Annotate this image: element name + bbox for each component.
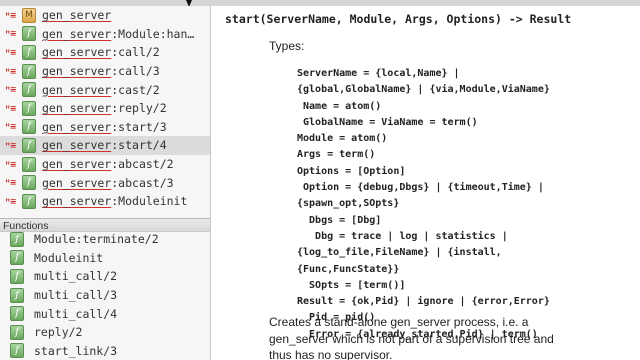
function-icon: f: [10, 250, 24, 266]
description-line: thus has no supervisor.: [269, 348, 393, 360]
source-badge-icon: ᴴ≡: [5, 10, 17, 20]
function-icon: f: [22, 193, 36, 209]
search-result-item[interactable]: ᴴ≡ f gen_server:abcast/3: [0, 173, 210, 192]
search-result-label: gen_server:reply/2: [42, 101, 167, 116]
function-list-item[interactable]: f Moduleinit: [0, 249, 210, 268]
function-list-item[interactable]: f multi_call/2: [0, 267, 210, 286]
search-result-item[interactable]: ᴴ≡ f gen_server:start/4: [0, 136, 210, 155]
source-badge-icon: ᴴ≡: [5, 159, 17, 169]
function-icon: f: [22, 26, 36, 42]
function-list-item[interactable]: f reply/2: [0, 323, 210, 342]
function-icon: f: [22, 63, 36, 79]
function-icon: f: [10, 343, 24, 359]
search-result-label: gen_server:call/3: [42, 64, 160, 79]
function-list-item[interactable]: f Module:terminate/2: [0, 230, 210, 249]
types-code-block: ServerName = {local,Name} | {global,Globa…: [297, 66, 550, 343]
search-result-label: gen_server:call/2: [42, 45, 160, 60]
search-result-label: gen_server:start/4: [42, 138, 167, 153]
function-icon: f: [10, 324, 24, 340]
type-spec-line: Dbg = trace | log | statistics |: [297, 230, 508, 242]
description-line: Creates a stand-alone gen_server process…: [269, 315, 529, 329]
function-list-label: multi_call/4: [34, 306, 118, 321]
type-spec-line: ServerName = {local,Name} |: [297, 68, 460, 79]
search-results-panel: ᴴ≡ Mgen_server ᴴ≡ f gen_server:Module:han… ᴴ≡…: [0, 6, 211, 360]
function-list-item[interactable]: f multi_call/4: [0, 304, 210, 323]
search-result-label: gen_server:start/3: [42, 119, 167, 134]
search-result-label: gen_server:abcast/3: [42, 175, 174, 190]
search-result-item[interactable]: ᴴ≡ f gen_server:start/3: [0, 118, 210, 137]
function-icon: f: [22, 175, 36, 191]
type-spec-line: Options = [Option]: [297, 165, 406, 177]
type-spec-line: Args = term(): [297, 149, 376, 161]
search-result-item[interactable]: ᴴ≡ f gen_server:call/2: [0, 43, 210, 62]
function-description: Creates a stand-alone gen_server process…: [269, 314, 629, 360]
function-list-item[interactable]: f start_link/3: [0, 342, 210, 360]
function-list-label: Moduleinit: [34, 250, 104, 265]
type-spec-line: {global,GlobalName} | {via,Module,ViaNam…: [297, 84, 550, 96]
search-result-item[interactable]: ᴴ≡ f gen_server:Moduleinit: [0, 192, 210, 211]
type-spec-line: {log_to_file,FileName} | {install,: [297, 247, 502, 259]
search-result-item[interactable]: ᴴ≡ f gen_server:Module:han…: [0, 25, 210, 44]
function-list-label: multi_call/3: [34, 288, 118, 303]
function-icon: f: [22, 100, 36, 116]
source-badge-icon: ᴴ≡: [5, 29, 17, 39]
source-badge-icon: ᴴ≡: [5, 196, 17, 206]
source-badge-icon: ᴴ≡: [5, 66, 17, 76]
search-result-label: gen_server:Module:han…: [42, 26, 195, 41]
function-icon: f: [10, 287, 24, 303]
function-list-label: start_link/3: [34, 343, 118, 358]
search-result-item[interactable]: ᴴ≡ f gen_server:reply/2: [0, 99, 210, 118]
source-badge-icon: ᴴ≡: [5, 122, 17, 132]
function-list-label: multi_call/2: [34, 269, 118, 284]
source-badge-icon: ᴴ≡: [5, 47, 17, 57]
function-icon: f: [10, 231, 24, 247]
type-spec-line: {Func,FuncState}}: [297, 263, 400, 275]
description-line: gen_server which is not part of a superv…: [269, 331, 554, 346]
function-icon: f: [22, 119, 36, 135]
source-badge-icon: ᴴ≡: [5, 85, 17, 95]
search-result-label: gen_server:Moduleinit: [42, 194, 188, 209]
search-result-label: gen_server: [42, 8, 112, 23]
search-result-item[interactable]: ᴴ≡ f gen_server:call/3: [0, 62, 210, 81]
function-icon: f: [22, 156, 36, 172]
search-result-label: gen_server:cast/2: [42, 82, 160, 97]
function-icon: f: [22, 82, 36, 98]
function-signature: start(ServerName, Module, Args, Options)…: [225, 12, 572, 26]
search-result-item[interactable]: ᴴ≡ f gen_server:abcast/2: [0, 155, 210, 174]
function-icon: f: [10, 268, 24, 284]
search-result-item[interactable]: ᴴ≡ f gen_server:cast/2: [0, 80, 210, 99]
type-spec-line: Option = {debug,Dbgs} | {timeout,Time} |: [297, 182, 544, 194]
type-spec-line: GlobalName = ViaName = term(): [297, 116, 478, 128]
source-badge-icon: ᴴ≡: [5, 178, 17, 188]
source-badge-icon: ᴴ≡: [5, 140, 17, 150]
search-result-label: gen_server:abcast/2: [42, 157, 174, 172]
type-spec-line: Result = {ok,Pid} | ignore | {error,Erro…: [297, 296, 550, 308]
documentation-pane: start(ServerName, Module, Args, Options)…: [211, 6, 640, 360]
function-list-item[interactable]: f multi_call/3: [0, 286, 210, 305]
functions-list: f Module:terminate/2 f Moduleinit f multi_cal…: [0, 230, 210, 360]
function-icon: f: [22, 137, 36, 153]
function-icon: f: [22, 44, 36, 60]
module-icon: M: [22, 7, 36, 23]
type-spec-line: SOpts = [term()]: [297, 279, 406, 291]
types-heading: Types:: [269, 39, 305, 53]
function-list-label: Module:terminate/2: [34, 232, 159, 247]
search-results-list: ᴴ≡ Mgen_server ᴴ≡ f gen_server:Module:han… ᴴ≡…: [0, 6, 210, 211]
type-spec-line: Dbgs = [Dbg]: [297, 214, 382, 226]
search-result-item[interactable]: ᴴ≡ Mgen_server: [0, 6, 210, 25]
type-spec-line: Name = atom(): [297, 100, 382, 112]
source-badge-icon: ᴴ≡: [5, 103, 17, 113]
function-icon: f: [10, 306, 24, 322]
function-list-label: reply/2: [34, 325, 83, 340]
type-spec-line: Module = atom(): [297, 133, 388, 145]
type-spec-line: {spawn_opt,SOpts}: [297, 198, 400, 210]
